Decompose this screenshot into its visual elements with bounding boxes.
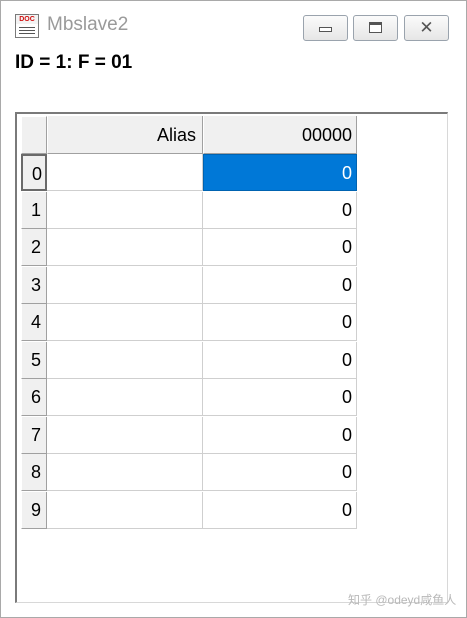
alias-cell[interactable]	[47, 492, 203, 529]
register-value-cell[interactable]: 0	[203, 192, 357, 229]
close-button[interactable]: ✕	[404, 15, 449, 41]
register-value-cell[interactable]: 0	[203, 417, 357, 454]
icon-line	[19, 27, 35, 28]
alias-cell[interactable]	[47, 229, 203, 266]
alias-cell[interactable]	[47, 342, 203, 379]
register-value-cell[interactable]: 0	[203, 267, 357, 304]
mbslave-window: DOC Mbslave2 ✕ ID = 1: F = 01 Alias 0000…	[0, 0, 467, 618]
watermark-text: 知乎 @odeyd咸鱼人	[348, 593, 457, 607]
register-value-cell[interactable]: 0	[203, 304, 357, 341]
register-value-cell[interactable]: 0	[203, 342, 357, 379]
title-bar[interactable]: DOC Mbslave2 ✕	[1, 1, 466, 49]
alias-cell[interactable]	[47, 267, 203, 304]
icon-line	[19, 33, 35, 34]
minimize-button[interactable]	[303, 15, 348, 41]
row-header[interactable]: 2	[21, 229, 47, 266]
document-app-icon[interactable]: DOC	[15, 14, 39, 38]
alias-cell[interactable]	[47, 454, 203, 491]
row-header[interactable]: 0	[21, 154, 47, 191]
icon-line	[19, 30, 35, 31]
register-value-cell[interactable]: 0	[203, 229, 357, 266]
register-value-cell[interactable]: 0	[203, 154, 357, 191]
alias-cell[interactable]	[47, 379, 203, 416]
slave-status-line: ID = 1: F = 01	[15, 52, 133, 73]
alias-cell[interactable]	[47, 417, 203, 454]
grid-corner[interactable]	[21, 116, 47, 154]
row-header[interactable]: 7	[21, 417, 47, 454]
register-value-cell[interactable]: 0	[203, 492, 357, 529]
close-icon: ✕	[419, 18, 434, 37]
alias-cell[interactable]	[47, 154, 203, 191]
maximize-icon	[369, 22, 382, 33]
alias-cell[interactable]	[47, 192, 203, 229]
row-header[interactable]: 8	[21, 454, 47, 491]
column-header-alias[interactable]: Alias	[47, 116, 203, 154]
alias-cell[interactable]	[47, 304, 203, 341]
row-header[interactable]: 6	[21, 379, 47, 416]
column-header-address[interactable]: 00000	[203, 116, 357, 154]
register-value-cell[interactable]: 0	[203, 454, 357, 491]
register-value-cell[interactable]: 0	[203, 379, 357, 416]
row-header[interactable]: 4	[21, 304, 47, 341]
register-grid-panel[interactable]: Alias 00000 00102030405060708090	[15, 112, 448, 603]
row-header[interactable]: 1	[21, 192, 47, 229]
app-icon-label: DOC	[16, 15, 38, 24]
maximize-button[interactable]	[353, 15, 398, 41]
row-header[interactable]: 3	[21, 267, 47, 304]
minimize-icon	[319, 27, 332, 32]
row-header[interactable]: 5	[21, 342, 47, 379]
row-header[interactable]: 9	[21, 492, 47, 529]
window-title: Mbslave2	[47, 14, 129, 35]
